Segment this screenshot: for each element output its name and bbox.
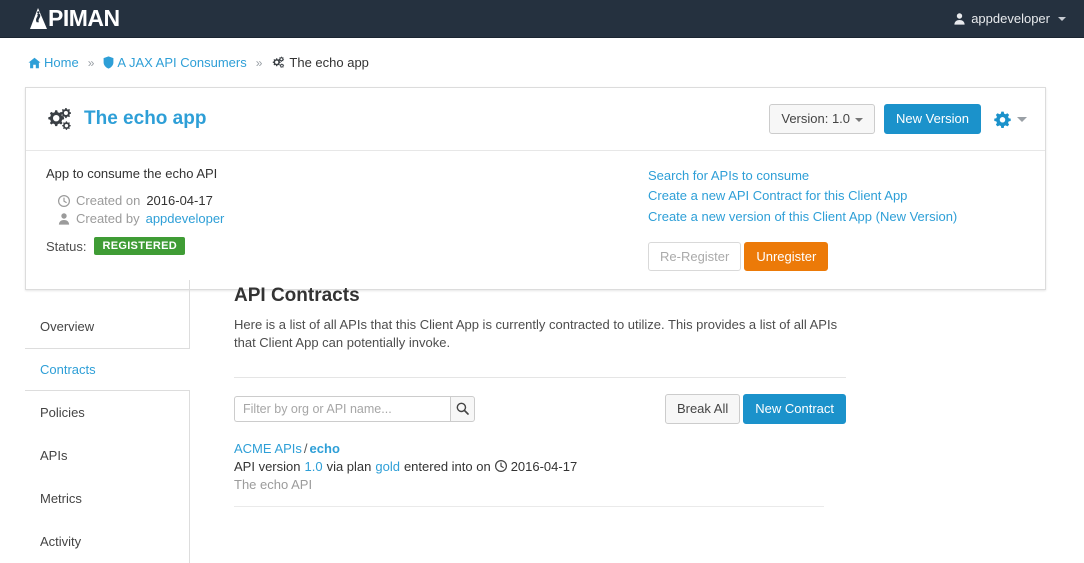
card-settings-menu[interactable] — [990, 111, 1027, 128]
chevron-down-icon — [855, 117, 864, 122]
breadcrumb-item-current: The echo app — [271, 55, 369, 70]
shield-icon — [103, 56, 114, 69]
version-dropdown-label: Version: 1.0 — [781, 111, 851, 127]
created-by-row: Created by appdeveloper — [46, 211, 646, 226]
status-badge: REGISTERED — [94, 237, 185, 255]
page-title: The echo app — [46, 107, 206, 132]
contract-list-item[interactable]: ACME APIs / echo API version 1.0 via plan … — [234, 429, 824, 507]
link-search-apis[interactable]: Search for APIs to consume — [648, 166, 1025, 186]
new-version-button[interactable]: New Version — [884, 104, 981, 134]
breadcrumb: Home » A JAX API Consumers » The echo ap… — [0, 38, 1084, 70]
contract-version-link[interactable]: 1.0 — [304, 459, 322, 474]
new-contract-button[interactable]: New Contract — [743, 393, 846, 424]
contract-api-link[interactable]: echo — [310, 441, 340, 456]
clock-icon — [494, 460, 507, 472]
sidebar-item-contracts[interactable]: Contracts — [25, 348, 191, 391]
filter-group — [234, 395, 475, 422]
client-app-description: App to consume the echo API — [46, 166, 218, 181]
quick-links: Search for APIs to consume Create a new … — [648, 166, 1025, 227]
created-by-label: Created by — [76, 211, 140, 226]
top-navbar: PIMAN appdeveloper — [0, 0, 1084, 38]
created-on-label: Created on — [76, 193, 141, 208]
user-icon — [954, 12, 965, 25]
link-create-contract[interactable]: Create a new API Contract for this Clien… — [648, 186, 1025, 206]
page-title-text: The echo app — [84, 108, 207, 129]
sidebar-item-overview[interactable]: Overview — [25, 305, 189, 348]
user-menu[interactable]: appdeveloper — [954, 11, 1066, 26]
registration-buttons: Re-Register Unregister — [648, 241, 1025, 272]
breadcrumb-separator-2: » — [255, 55, 263, 70]
sidebar-nav: Overview Contracts Policies APIs Metrics… — [25, 280, 191, 563]
search-icon — [456, 402, 469, 416]
contract-title-separator: / — [303, 440, 308, 456]
contract-meta: API version 1.0 via plan gold entered in… — [234, 459, 824, 474]
sidebar-item-apis[interactable]: APIs — [25, 434, 189, 477]
sidebar-item-label: APIs — [40, 448, 68, 463]
breadcrumb-separator: » — [87, 55, 95, 70]
card-header-actions: Version: 1.0 New Version — [769, 104, 1027, 134]
section-intro: Here is a list of all APIs that this Cli… — [234, 317, 838, 351]
home-icon — [28, 57, 41, 69]
chevron-down-icon — [1058, 16, 1066, 21]
breadcrumb-organization-label: A JAX API Consumers — [117, 55, 247, 70]
status-row: Status: REGISTERED — [46, 237, 646, 255]
toolbar-actions: Break All New Contract — [664, 393, 846, 424]
created-on-value: 2016-04-17 — [146, 193, 213, 208]
breadcrumb-home-label: Home — [44, 55, 79, 70]
contract-plan-link[interactable]: gold — [375, 459, 400, 474]
client-app-actions: Search for APIs to consume Create a new … — [646, 166, 1025, 272]
gears-icon — [46, 107, 73, 132]
client-app-card-header: The echo app Version: 1.0 New Version — [26, 88, 1045, 151]
gear-icon — [994, 111, 1011, 128]
contract-version-prefix: API version — [234, 458, 301, 474]
link-create-version[interactable]: Create a new version of this Client App … — [648, 207, 1025, 227]
section-heading: API Contracts — [234, 285, 360, 306]
client-app-details: App to consume the echo API Created on 2… — [46, 166, 646, 271]
filter-input[interactable] — [234, 395, 450, 422]
sidebar-item-policies[interactable]: Policies — [25, 391, 189, 434]
user-icon — [58, 212, 70, 225]
contracts-toolbar: Break All New Contract — [234, 393, 846, 424]
apiman-logo-mark — [30, 8, 47, 29]
chevron-down-icon — [1017, 116, 1027, 122]
contract-plan-prefix: via plan — [326, 458, 372, 474]
created-by-value[interactable]: appdeveloper — [146, 211, 225, 226]
lower-region: Overview Contracts Policies APIs Metrics… — [0, 280, 1084, 563]
clock-icon — [58, 194, 70, 207]
sidebar-item-label: Activity — [40, 534, 82, 549]
breadcrumb-current-label: The echo app — [289, 55, 369, 70]
unregister-button[interactable]: Unregister — [744, 241, 829, 272]
breadcrumb-item-home[interactable]: Home — [28, 55, 79, 70]
sidebar-item-metrics[interactable]: Metrics — [25, 477, 189, 520]
created-on-row: Created on 2016-04-17 — [46, 193, 646, 208]
sidebar-item-label: Contracts — [40, 362, 96, 377]
re-register-button[interactable]: Re-Register — [648, 241, 742, 272]
sidebar-item-activity[interactable]: Activity — [25, 520, 189, 563]
gears-icon — [271, 56, 285, 69]
filter-search-button[interactable] — [450, 395, 475, 422]
user-menu-label: appdeveloper — [971, 11, 1050, 26]
break-all-button[interactable]: Break All — [664, 393, 741, 424]
breadcrumb-item-organization[interactable]: A JAX API Consumers — [103, 55, 247, 70]
version-dropdown-button[interactable]: Version: 1.0 — [769, 104, 876, 134]
toolbar-divider — [234, 376, 846, 378]
sidebar-item-label: Overview — [40, 319, 95, 334]
apiman-logo-text: PIMAN — [48, 5, 120, 31]
contract-entered-prefix: entered into on — [403, 458, 491, 474]
client-app-card: The echo app Version: 1.0 New Version Ap… — [25, 87, 1046, 291]
sidebar-item-label: Policies — [40, 405, 85, 420]
contract-title: ACME APIs / echo — [234, 441, 824, 456]
contract-description: The echo API — [234, 476, 313, 492]
contract-org-link[interactable]: ACME APIs — [234, 441, 302, 456]
status-label: Status: — [46, 238, 87, 254]
apiman-logo[interactable]: PIMAN — [30, 7, 120, 30]
contract-date: 2016-04-17 — [510, 458, 578, 474]
sidebar-item-label: Metrics — [40, 491, 82, 506]
contracts-panel: API Contracts Here is a list of all APIs… — [190, 280, 1084, 563]
client-app-card-body: App to consume the echo API Created on 2… — [26, 151, 1045, 289]
